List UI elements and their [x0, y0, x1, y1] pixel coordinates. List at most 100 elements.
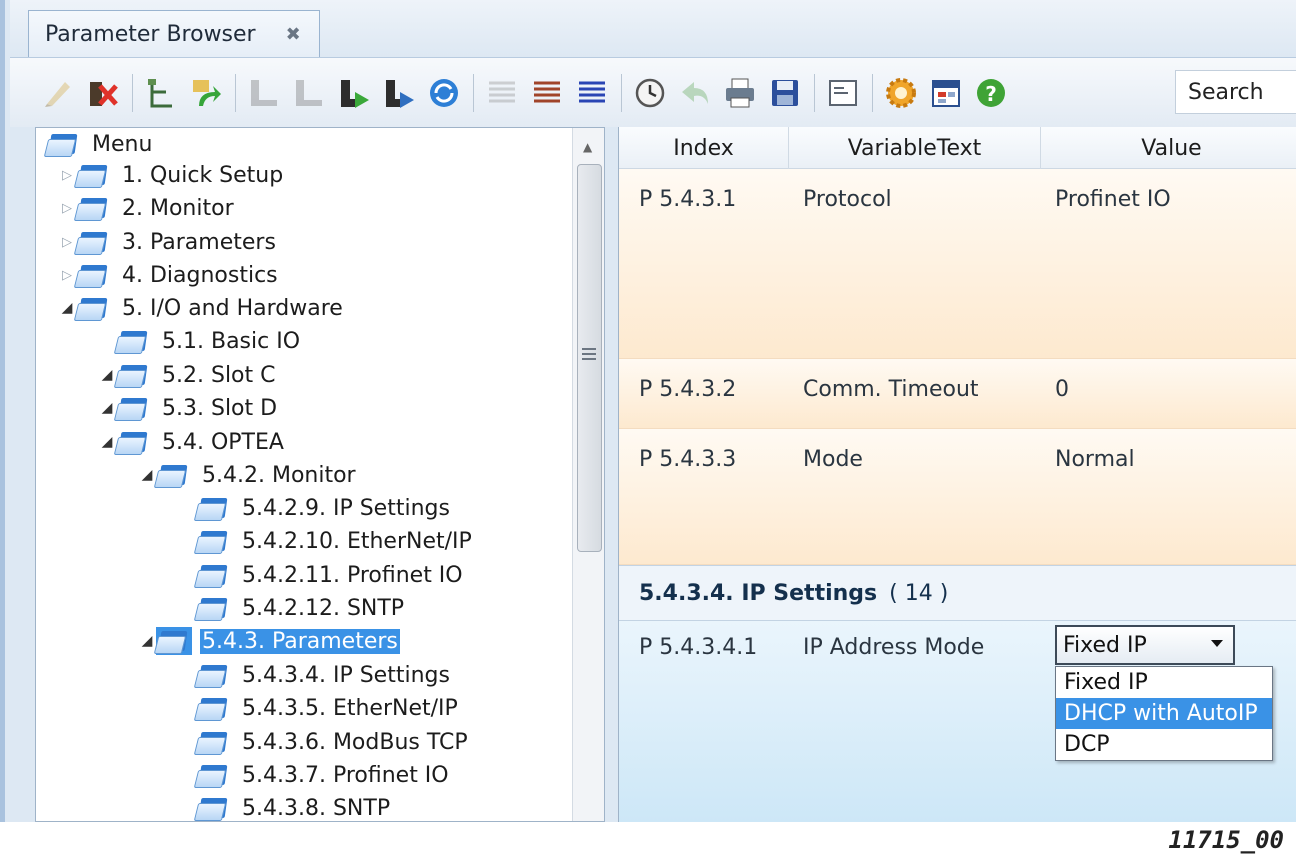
folder-icon — [113, 394, 152, 422]
sync-icon[interactable] — [426, 75, 462, 111]
folder-icon — [73, 228, 112, 256]
help-icon[interactable]: ? — [973, 75, 1009, 111]
delete-icon[interactable] — [85, 75, 121, 111]
tree-node-param-sntp[interactable]: 5.4.3.8. SNTP — [193, 792, 392, 821]
clock-icon[interactable] — [632, 75, 668, 111]
tree-node-menu[interactable]: Menu — [43, 128, 154, 160]
collapse-arrow-icon[interactable]: ◢ — [98, 400, 116, 416]
edit-icon[interactable] — [40, 75, 76, 111]
expand-arrow-icon[interactable]: ▷ — [58, 268, 76, 283]
tree-node-param-profinet-io[interactable]: 5.4.3.7. Profinet IO — [193, 759, 451, 791]
upload-icon[interactable] — [381, 75, 417, 111]
cell-variabletext: Mode — [803, 447, 863, 472]
tree-node-param-ip-settings[interactable]: 5.4.3.4. IP Settings — [193, 659, 452, 691]
folder-icon — [113, 428, 152, 456]
list-blue-icon[interactable] — [574, 75, 610, 111]
expand-arrow-icon[interactable]: ▷ — [58, 168, 76, 183]
dropdown-option-dcp[interactable]: DCP — [1056, 729, 1272, 760]
collapse-arrow-icon[interactable]: ◢ — [138, 633, 156, 649]
column-header-index[interactable]: Index — [619, 127, 789, 169]
svg-text:?: ? — [985, 82, 997, 106]
tree-node-basic-io[interactable]: 5.1. Basic IO — [113, 325, 302, 357]
ip-address-mode-select[interactable]: Fixed IP — [1055, 625, 1235, 665]
list-light-icon — [484, 75, 520, 111]
tree-node-label: 5.2. Slot C — [162, 362, 276, 388]
folder-icon — [73, 261, 112, 289]
tree-node-label: 5.4. OPTEA — [162, 429, 284, 455]
back-icon[interactable] — [677, 75, 713, 111]
tree-node-slot-c[interactable]: ◢ 5.2. Slot C — [98, 359, 278, 391]
search-label: Search — [1188, 79, 1264, 105]
tree-node-monitor-profinet-io[interactable]: 5.4.2.11. Profinet IO — [193, 559, 465, 591]
tree-node-param-ethernet-ip[interactable]: 5.4.3.5. EtherNet/IP — [193, 692, 460, 724]
tab-close-icon[interactable]: ✖ — [286, 24, 301, 45]
dropdown-option-fixed-ip[interactable]: Fixed IP — [1056, 667, 1272, 698]
collapse-arrow-icon[interactable]: ◢ — [58, 300, 76, 316]
cell-value[interactable]: Normal — [1055, 447, 1135, 472]
tree-node-param-modbus-tcp[interactable]: 5.4.3.6. ModBus TCP — [193, 726, 470, 758]
tree-node-parameters[interactable]: ▷ 3. Parameters — [58, 226, 278, 258]
folder-icon — [193, 527, 232, 555]
tree-node-label: 5.4.2.9. IP Settings — [242, 495, 450, 521]
list-brown-icon[interactable] — [529, 75, 565, 111]
download-icon[interactable] — [336, 75, 372, 111]
group-header-ip-settings[interactable]: 5.4.3.4. IP Settings ( 14 ) — [619, 565, 1296, 621]
refresh-green-icon[interactable] — [188, 75, 224, 111]
cell-value[interactable]: 0 — [1055, 377, 1069, 402]
figure-label: 11715_00 — [1168, 826, 1284, 854]
tree-icon[interactable] — [143, 75, 179, 111]
grid-row[interactable]: P 5.4.3.2 Comm. Timeout 0 — [619, 359, 1296, 429]
tree-node-label: 5.4.3.6. ModBus TCP — [242, 729, 468, 755]
folder-icon — [193, 794, 232, 821]
search-input[interactable]: Search — [1175, 70, 1296, 114]
tab-parameter-browser[interactable]: Parameter Browser ✖ — [28, 10, 320, 57]
folder-icon — [153, 461, 192, 489]
toolbar-separator — [235, 73, 236, 112]
save-icon[interactable] — [767, 75, 803, 111]
tree-node-slot-d[interactable]: ◢ 5.3. Slot D — [98, 392, 279, 424]
tree-node-label: 2. Monitor — [122, 195, 234, 221]
tree-node-label: 5.4.2.10. EtherNet/IP — [242, 528, 472, 554]
folder-icon — [193, 594, 232, 622]
upload-disabled-icon — [291, 75, 327, 111]
grid-row[interactable]: P 5.4.3.3 Mode Normal — [619, 429, 1296, 565]
chevron-down-icon[interactable] — [1211, 640, 1223, 647]
tree-node-label: 5. I/O and Hardware — [122, 295, 343, 321]
scroll-up-arrow-icon[interactable]: ▲ — [583, 140, 592, 154]
tree-node-monitor-sntp[interactable]: 5.4.2.12. SNTP — [193, 592, 406, 624]
tree-node-label: 5.4.2.12. SNTP — [242, 595, 405, 621]
column-header-variabletext[interactable]: VariableText — [789, 127, 1041, 169]
download-disabled-icon — [246, 75, 282, 111]
cell-index: P 5.4.3.2 — [639, 377, 737, 402]
calendar-icon[interactable] — [928, 75, 964, 111]
collapse-arrow-icon[interactable]: ◢ — [138, 467, 156, 483]
expand-arrow-icon[interactable]: ▷ — [58, 235, 76, 250]
window-icon[interactable] — [825, 75, 861, 111]
tree-node-diagnostics[interactable]: ▷ 4. Diagnostics — [58, 259, 280, 291]
print-icon[interactable] — [722, 75, 758, 111]
tree-node-label: Menu — [92, 131, 153, 157]
tree-node-monitor-ethernet-ip[interactable]: 5.4.2.10. EtherNet/IP — [193, 525, 474, 557]
settings-icon[interactable] — [883, 75, 919, 111]
tree-node-monitor[interactable]: ▷ 2. Monitor — [58, 192, 236, 224]
tree-node-optea-monitor[interactable]: ◢ 5.4.2. Monitor — [138, 459, 358, 491]
tree-node-optea-parameters[interactable]: ◢ 5.4.3. Parameters — [138, 625, 400, 657]
collapse-arrow-icon[interactable]: ◢ — [98, 434, 116, 450]
cell-value[interactable]: Profinet IO — [1055, 187, 1171, 212]
tree-scrollbar[interactable]: ▲ — [572, 128, 604, 821]
tree-node-io-hardware[interactable]: ◢ 5. I/O and Hardware — [58, 292, 345, 324]
dropdown-option-dhcp-autoip[interactable]: DHCP with AutoIP — [1056, 698, 1272, 729]
cell-variabletext: Protocol — [803, 187, 892, 212]
tree-node-optea[interactable]: ◢ 5.4. OPTEA — [98, 426, 286, 458]
grid-row[interactable]: P 5.4.3.1 Protocol Profinet IO — [619, 169, 1296, 359]
expand-arrow-icon[interactable]: ▷ — [58, 201, 76, 216]
grid-header: Index VariableText Value — [619, 127, 1296, 169]
toolbar-separator — [872, 73, 873, 112]
column-header-value[interactable]: Value — [1041, 127, 1296, 169]
collapse-arrow-icon[interactable]: ◢ — [98, 367, 116, 383]
cell-index: P 5.4.3.3 — [639, 447, 737, 472]
folder-icon — [113, 361, 152, 389]
tree-node-monitor-ip-settings[interactable]: 5.4.2.9. IP Settings — [193, 492, 452, 524]
tree-node-quick-setup[interactable]: ▷ 1. Quick Setup — [58, 159, 285, 191]
folder-icon — [73, 294, 112, 322]
